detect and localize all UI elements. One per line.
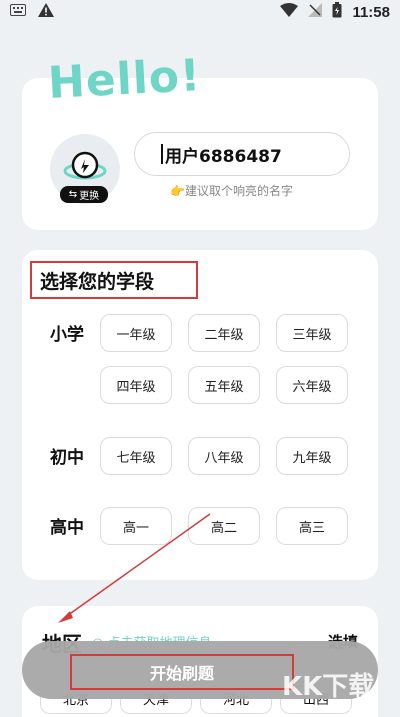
grade-option[interactable]: 四年级	[100, 366, 172, 404]
grade-option[interactable]: 一年级	[100, 314, 172, 352]
grade-option[interactable]: 九年级	[276, 437, 348, 475]
avatar-change-label: 更换	[79, 191, 100, 202]
row-label-primary: 小学	[50, 325, 84, 345]
grade-section-title: 选择您的学段	[30, 261, 198, 299]
row-label-high: 高中	[50, 518, 84, 538]
grade-option[interactable]: 高二	[188, 507, 260, 545]
start-button-label: 开始刷题	[149, 664, 214, 683]
status-bar: 11:58	[0, 0, 400, 24]
grade-option[interactable]: 高一	[100, 507, 172, 545]
start-button[interactable]: 开始刷题	[70, 654, 294, 690]
username-input[interactable]: 用户6886487	[134, 132, 350, 176]
avatar-change-button[interactable]: ⇆ 更换	[60, 186, 108, 203]
status-time: 11:58	[352, 3, 390, 21]
text-cursor	[161, 144, 163, 164]
grade-section-title-text: 选择您的学段	[40, 270, 155, 293]
grade-option[interactable]: 六年级	[276, 366, 348, 404]
hello-heading: Hello!	[46, 50, 203, 109]
row-label-middle: 初中	[50, 448, 84, 468]
grade-option[interactable]: 二年级	[188, 314, 260, 352]
username-value: 用户6886487	[165, 146, 282, 167]
no-signal-icon	[308, 3, 323, 21]
watermark-url: www.kkx.net	[300, 702, 374, 713]
battery-icon	[332, 2, 342, 22]
keyboard-icon	[10, 4, 26, 20]
swap-icon: ⇆	[68, 189, 78, 200]
grade-option[interactable]: 七年级	[100, 437, 172, 475]
grade-option[interactable]: 八年级	[188, 437, 260, 475]
grade-option[interactable]: 五年级	[188, 366, 260, 404]
grade-option[interactable]: 三年级	[276, 314, 348, 352]
username-hint: 👉建议取个响亮的名字	[170, 184, 293, 198]
grade-option[interactable]: 高三	[276, 507, 348, 545]
warning-icon	[38, 3, 54, 21]
wifi-icon	[280, 3, 299, 21]
watermark-logo: KK下载	[282, 672, 375, 702]
